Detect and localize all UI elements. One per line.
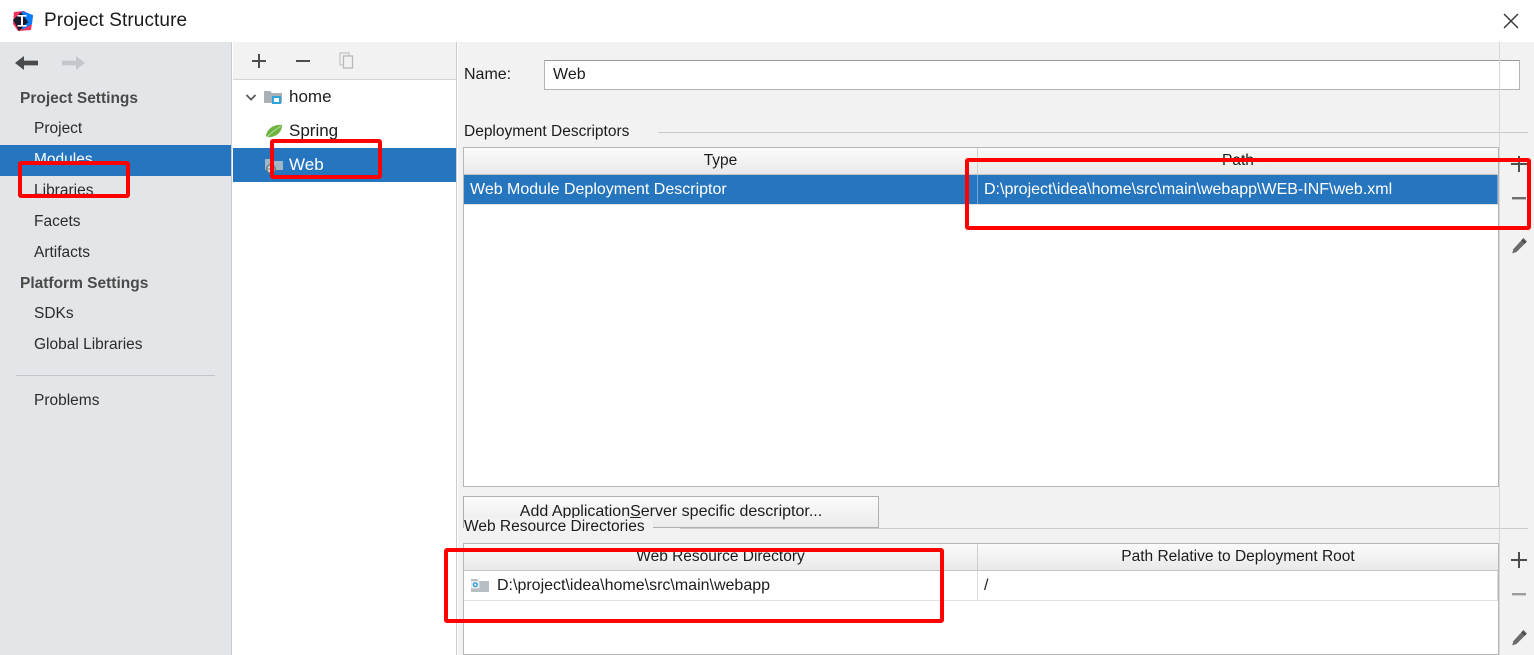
group-separator-line — [680, 528, 1528, 529]
plus-icon[interactable] — [1502, 543, 1534, 577]
intellij-idea-logo — [12, 10, 34, 32]
column-header-path[interactable]: Path — [978, 148, 1498, 174]
table-row[interactable]: Web Module Deployment Descriptor D:\proj… — [464, 175, 1498, 204]
sidebar-group-project-settings: Project Settings Project Modules Librari… — [0, 84, 231, 269]
sidebar-item-libraries[interactable]: Libraries — [0, 176, 231, 207]
deployment-descriptors-toolbar — [1500, 147, 1534, 263]
deployment-descriptors-group-label: Deployment Descriptors — [464, 123, 638, 141]
web-resource-directories-table[interactable]: Web Resource Directory Path Relative to … — [463, 543, 1499, 655]
cell-path: D:\project\idea\home\src\main\webapp\WEB… — [978, 175, 1498, 204]
add-app-server-descriptor-label-after: erver specific descriptor... — [640, 503, 823, 520]
arrow-left-icon[interactable] — [12, 50, 42, 76]
sidebar-group-platform-settings: Platform Settings SDKs Global Libraries — [0, 269, 231, 361]
spring-leaf-icon — [263, 121, 285, 141]
title-bar: Project Structure — [0, 0, 1534, 42]
cell-relative-path: / — [978, 571, 1498, 600]
module-tree-panel: home Spring Web — [233, 42, 457, 655]
tree-node-web[interactable]: Web — [233, 148, 456, 182]
close-icon[interactable] — [1488, 0, 1534, 42]
table-header-row: Type Path — [464, 148, 1498, 175]
row-separator — [464, 204, 1498, 205]
module-tree-toolbar — [233, 42, 456, 80]
minus-icon[interactable] — [1502, 577, 1534, 611]
tree-node-label: Spring — [289, 121, 339, 140]
module-name-row: Name: — [464, 60, 1520, 90]
table-row[interactable]: D:\project\idea\home\src\main\webapp / — [464, 571, 1498, 600]
sidebar-item-problems[interactable]: Problems — [0, 386, 231, 417]
panel-divider — [1499, 42, 1500, 655]
sidebar-item-artifacts[interactable]: Artifacts — [0, 238, 231, 269]
web-resource-directories-group-label: Web Resource Directories — [464, 518, 653, 536]
row-separator — [464, 600, 1498, 601]
deployment-descriptors-table[interactable]: Type Path Web Module Deployment Descript… — [463, 147, 1499, 487]
group-separator-line — [658, 132, 1528, 133]
module-name-label: Name: — [464, 66, 512, 83]
cell-web-resource-directory: D:\project\idea\home\src\main\webapp — [464, 571, 978, 600]
sidebar-item-sdks[interactable]: SDKs — [0, 299, 231, 330]
web-resource-folder-icon — [470, 577, 490, 594]
cell-web-resource-directory-text: D:\project\idea\home\src\main\webapp — [497, 576, 771, 594]
web-facet-icon — [263, 155, 285, 175]
pencil-icon[interactable] — [1502, 621, 1534, 655]
tree-node-label: Web — [289, 155, 324, 174]
module-settings-panel: Name: Deployment Descriptors Type Path W… — [458, 42, 1534, 655]
table-header-row: Web Resource Directory Path Relative to … — [464, 544, 1498, 571]
sidebar-nav-bar — [0, 42, 231, 84]
tree-node-home[interactable]: home — [233, 80, 456, 114]
settings-sidebar: Project Settings Project Modules Librari… — [0, 42, 232, 655]
module-name-input[interactable] — [544, 60, 1520, 90]
tree-node-label: home — [289, 87, 332, 106]
minus-icon[interactable] — [1502, 181, 1534, 215]
plus-icon[interactable] — [1502, 147, 1534, 181]
sidebar-divider — [16, 375, 215, 376]
column-header-path-relative[interactable]: Path Relative to Deployment Root — [978, 544, 1498, 570]
sidebar-item-project[interactable]: Project — [0, 114, 231, 145]
sidebar-item-facets[interactable]: Facets — [0, 207, 231, 238]
pencil-icon[interactable] — [1502, 229, 1534, 263]
sidebar-section-label: Platform Settings — [20, 275, 149, 292]
project-structure-dialog: Project Structure Project Settings Proje… — [0, 0, 1534, 655]
plus-icon[interactable] — [247, 49, 271, 73]
column-header-type[interactable]: Type — [464, 148, 978, 174]
sidebar-item-modules[interactable]: Modules — [0, 145, 231, 176]
minus-icon[interactable] — [291, 49, 315, 73]
module-folder-icon — [263, 87, 285, 107]
copy-icon — [335, 49, 359, 73]
window-title: Project Structure — [44, 10, 188, 31]
sidebar-item-global-libraries[interactable]: Global Libraries — [0, 330, 231, 361]
chevron-down-icon[interactable] — [239, 90, 263, 104]
cell-type: Web Module Deployment Descriptor — [464, 175, 978, 204]
column-header-web-resource-directory[interactable]: Web Resource Directory — [464, 544, 978, 570]
sidebar-section-label: Project Settings — [20, 90, 138, 107]
tree-node-spring[interactable]: Spring — [233, 114, 456, 148]
web-resource-directories-toolbar — [1500, 543, 1534, 655]
arrow-right-icon — [58, 50, 88, 76]
